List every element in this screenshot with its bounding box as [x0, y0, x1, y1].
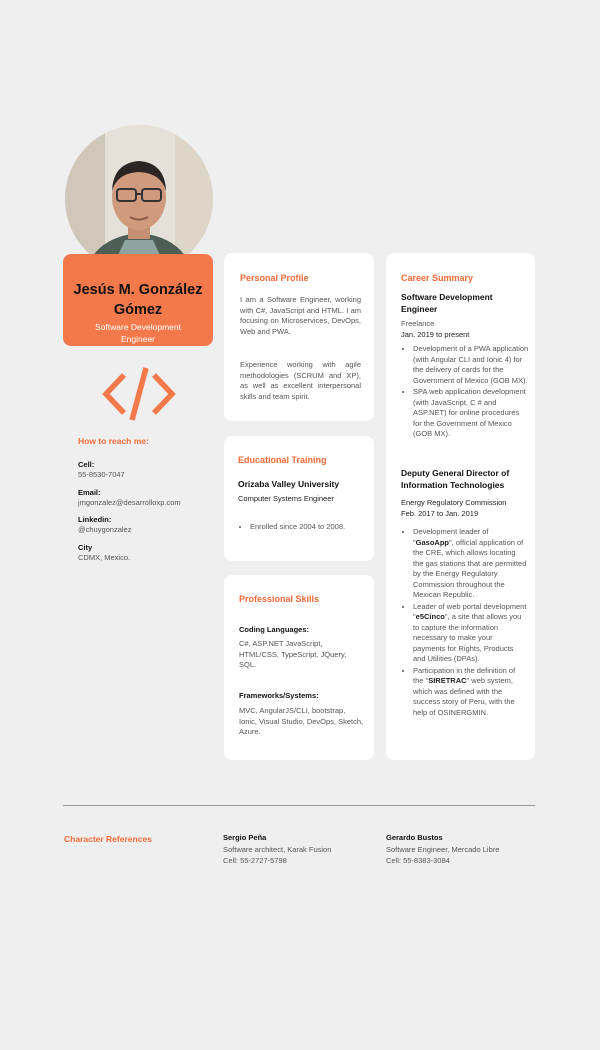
role: Software Development Engineer: [95, 322, 181, 344]
job2-list: Development leader of "GasoApp", officia…: [401, 527, 527, 719]
education-degree: Computer Systems Engineer: [238, 494, 334, 503]
frameworks-value: MVC, AngularJS/CLI, bootstrap, Ionic, Vi…: [239, 706, 364, 736]
city-label: City: [78, 542, 93, 552]
coding-label: Coding Languages:: [239, 625, 309, 634]
cell-label: Cell:: [78, 460, 95, 469]
job2-item: Development leader of "GasoApp", officia…: [413, 527, 527, 601]
cell-value: 55-8530-7047: [78, 470, 125, 479]
job2-company: Energy Regulatory Commission: [401, 498, 507, 507]
education-card: Educational Training Orizaba Valley Univ…: [224, 436, 374, 561]
linkedin-label: Linkedin:: [78, 515, 112, 524]
contact-heading: How to reach me:: [78, 436, 149, 446]
reference-2: Gerardo Bustos Software Engineer, Mercad…: [386, 833, 536, 866]
city-value: CDMX, Mexico.: [78, 552, 131, 562]
linkedin-value[interactable]: @chuygonzalez: [78, 525, 218, 536]
personal-profile-card: Personal Profile I am a Software Enginee…: [224, 253, 374, 421]
skills-card: Professional Skills Coding Languages: C#…: [224, 575, 374, 760]
career-title: Career Summary: [401, 273, 474, 283]
reference-2-cell: Cell: 55-8383-3084: [386, 855, 450, 865]
references-title: Character References: [64, 834, 152, 844]
job1-company: Freelance: [401, 319, 435, 328]
job1-title: Software Development Engineer: [401, 292, 493, 314]
email-value[interactable]: jmgonzalez@desarrolloxp.com: [78, 498, 218, 509]
career-card: Career Summary Software Development Engi…: [386, 253, 535, 760]
job1-item: SPA web application development (with Ja…: [413, 387, 529, 440]
job1-list: Development of a PWA application (with A…: [401, 344, 529, 441]
skills-title: Professional Skills: [239, 594, 320, 604]
reference-1: Sergio Peña Software architect, Karak Fu…: [223, 833, 373, 866]
frameworks-label: Frameworks/Systems:: [239, 691, 319, 700]
code-icon: [102, 365, 176, 428]
education-list: Enrolled since 2004 to 2008.: [238, 522, 368, 534]
reference-2-name: Gerardo Bustos: [386, 833, 443, 842]
education-item: Enrolled since 2004 to 2008.: [250, 522, 368, 533]
education-title: Educational Training: [238, 455, 327, 465]
job2-title: Deputy General Director of Information T…: [401, 468, 510, 490]
job1-item: Development of a PWA application (with A…: [413, 344, 529, 386]
divider: [63, 805, 535, 806]
reference-1-position: Software architect, Karak Fusion: [223, 845, 332, 854]
personal-profile-text-2: Experience working with agile methodolog…: [240, 360, 361, 401]
job2-item: Participation in the definition of the "…: [413, 666, 527, 719]
contact-section: How to reach me: Cell: 55-8530-7047 Emai…: [78, 436, 218, 563]
reference-2-position: Software Engineer, Mercado Libre: [386, 845, 500, 854]
coding-value: C#, ASP.NET JavaScript, HTML/CSS, TypeSc…: [239, 639, 347, 669]
profile-photo: [65, 125, 213, 273]
job2-item: Leader of web portal development "e5Cinc…: [413, 602, 527, 665]
job2-dates: Feb. 2017 to Jan. 2019: [401, 509, 479, 518]
job1-dates: Jan. 2019 to present: [401, 330, 470, 339]
reference-1-cell: Cell: 55-2727-5798: [223, 855, 287, 865]
reference-1-name: Sergio Peña: [223, 833, 267, 842]
personal-profile-title: Personal Profile: [240, 273, 309, 283]
name: Jesús M. González Gómez: [73, 282, 203, 318]
education-school: Orizaba Valley University: [238, 479, 340, 489]
name-card: Jesús M. González Gómez Software Develop…: [63, 254, 213, 346]
personal-profile-text-1: I am a Software Engineer, working with C…: [240, 295, 361, 336]
email-label: Email:: [78, 487, 101, 497]
